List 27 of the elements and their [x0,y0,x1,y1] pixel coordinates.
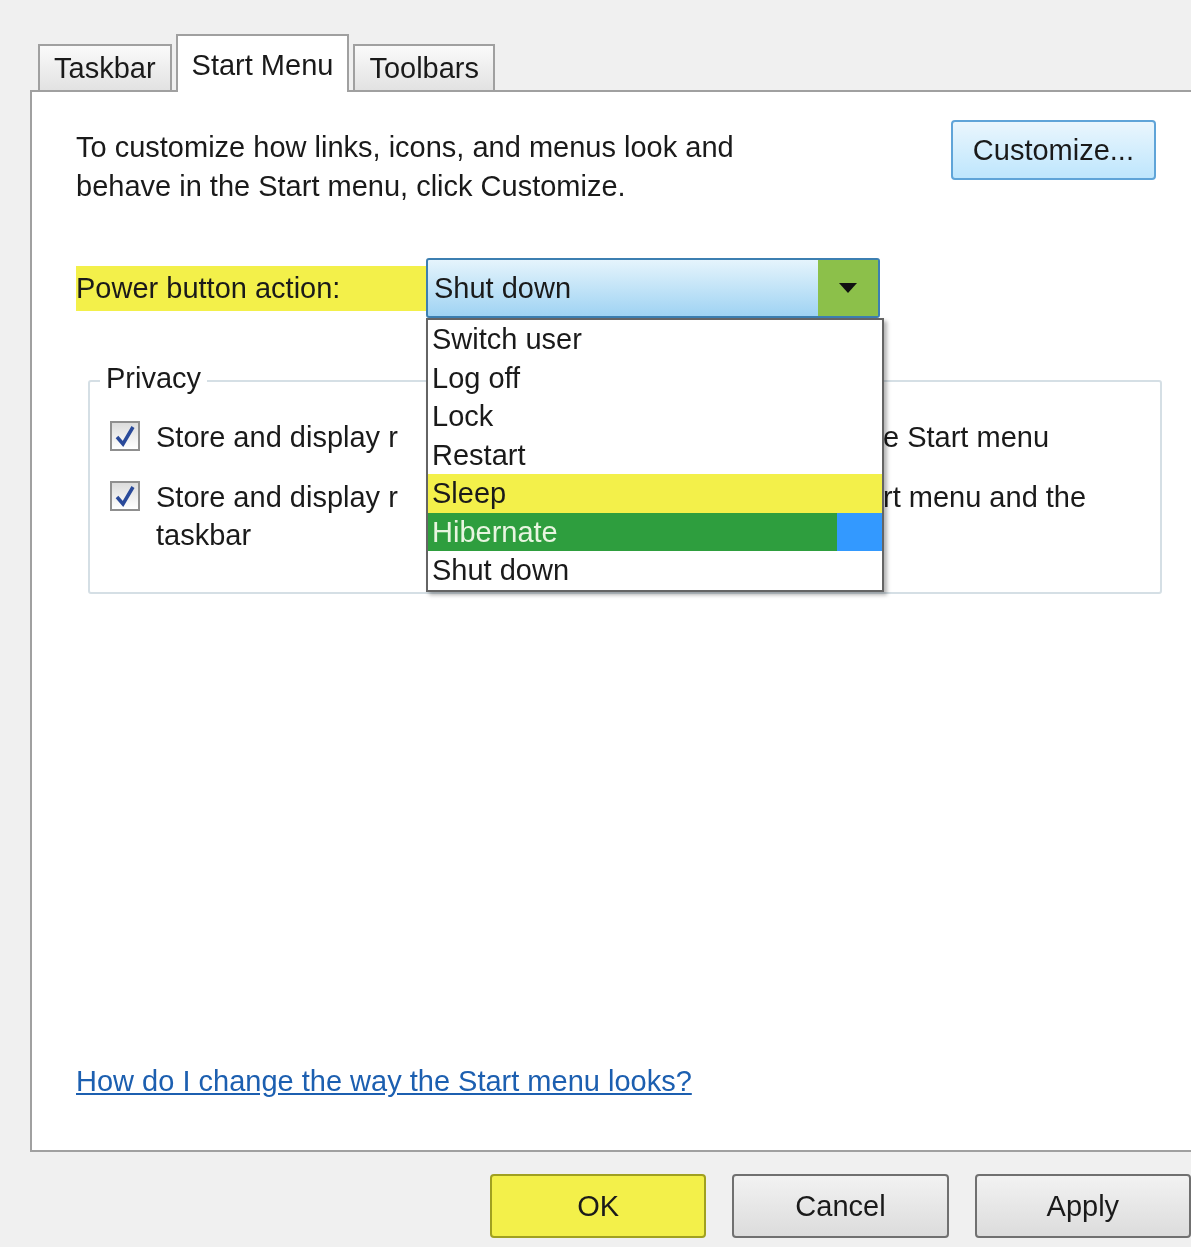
customize-button[interactable]: Customize... [950,120,1156,180]
checkbox-label: e Start menu [883,420,1051,455]
checkbox[interactable] [110,481,140,511]
power-action-label: Power button action: [76,265,426,311]
dialog-button[interactable]: Cancel [732,1174,949,1238]
help-link[interactable]: How do I change the way the Start menu looks? [76,1065,692,1098]
check-icon [114,485,136,507]
checkbox-label: Store and display r [156,420,399,455]
power-action-dropdown[interactable]: Shut down [426,258,880,318]
dropdown-option[interactable]: Switch user [428,320,882,359]
dropdown-option[interactable]: Log off [428,358,882,397]
dialog-button[interactable]: OK [490,1174,707,1238]
dropdown-option[interactable]: Sleep [428,474,882,513]
check-icon [114,425,136,447]
caret-icon [839,283,857,293]
checkbox-label: rt menu and the [883,480,1088,515]
tab[interactable]: Taskbar [38,44,172,90]
checkbox[interactable] [110,421,140,451]
tab[interactable]: Toolbars [353,44,495,90]
dropdown-option[interactable]: Restart [428,435,882,474]
dropdown-option[interactable]: Shut down [428,551,882,590]
checkbox-label: Store and display r [156,480,399,515]
intro-text: To customize how links, icons, and menus look and behave in the Start menu, click Customize. [76,130,735,204]
checkbox-label: taskbar [156,518,253,553]
tab[interactable]: Start Menu [175,34,350,92]
dropdown-option[interactable]: Lock [428,397,882,436]
dialog-button[interactable]: Apply [974,1174,1191,1238]
